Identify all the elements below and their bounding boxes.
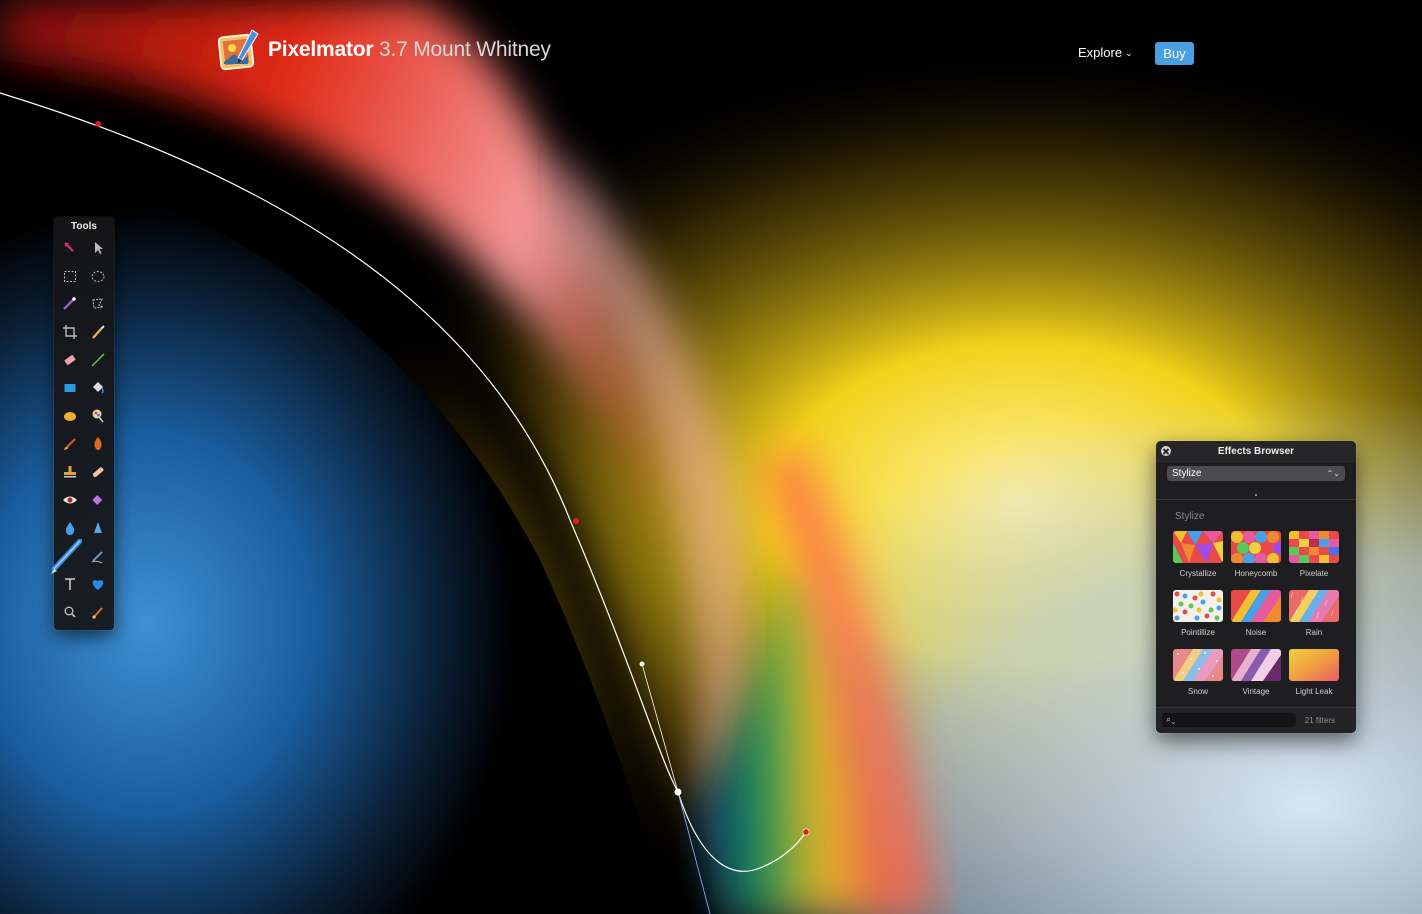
page-indicator-dot — [1255, 494, 1257, 496]
brush-icon[interactable] — [59, 433, 81, 455]
stamp-icon[interactable] — [59, 461, 81, 483]
tools-palette: Tools — [51, 217, 114, 630]
effect-label: Honeycomb — [1234, 569, 1278, 578]
type-icon[interactable] — [59, 573, 81, 595]
effect-thumb-vintage[interactable] — [1231, 649, 1281, 681]
magic-wand-icon[interactable] — [59, 293, 81, 315]
effect-thumb-snow[interactable] — [1173, 649, 1223, 681]
eyedropper-icon[interactable] — [87, 321, 109, 343]
effect-thumb-noise[interactable] — [1231, 590, 1281, 622]
select-arrows-icon: ⌃⌄ — [1326, 469, 1340, 478]
bandage-icon[interactable] — [87, 461, 109, 483]
lasso-icon[interactable] — [87, 293, 109, 315]
brand-title[interactable]: Pixelmator 3.7 Mount Whitney — [268, 38, 551, 62]
burn-icon[interactable] — [87, 433, 109, 455]
divider — [1156, 499, 1356, 500]
effect-label: Crystallize — [1179, 569, 1217, 578]
color-picker-icon[interactable] — [87, 405, 109, 427]
brand-version: 3.7 Mount Whitney — [379, 38, 551, 61]
effects-section-label: Stylize — [1175, 511, 1205, 522]
rectangle-icon[interactable] — [59, 377, 81, 399]
buy-button[interactable]: Buy — [1155, 42, 1194, 65]
effect-label: Snow — [1187, 687, 1208, 696]
search-icon: ⌕⌄ — [1166, 714, 1176, 724]
effects-browser-titlebar[interactable]: Effects Browser — [1156, 441, 1356, 463]
effects-search-input[interactable]: ⌕⌄ — [1162, 713, 1296, 727]
tools-palette-title: Tools — [71, 221, 97, 232]
explore-menu[interactable]: Explore ⌄ — [1078, 45, 1133, 60]
ellipse-select-icon[interactable] — [87, 265, 109, 287]
red-eye-icon[interactable] — [59, 489, 81, 511]
effects-category-select[interactable]: Stylize ⌃⌄ — [1167, 466, 1345, 481]
pixelmator-logo-icon[interactable] — [217, 28, 260, 72]
zoom-icon[interactable] — [59, 601, 81, 623]
paint-bucket-icon[interactable] — [87, 377, 109, 399]
crop-icon[interactable] — [59, 321, 81, 343]
effect-label: Noise — [1245, 628, 1267, 637]
ellipse-shape-icon[interactable] — [59, 405, 81, 427]
effects-browser-footer: ⌕⌄ 21 filters — [1156, 707, 1356, 733]
effect-label: Pointillize — [1181, 628, 1215, 637]
effect-thumb-pointillize[interactable] — [1173, 590, 1223, 622]
eraser-icon[interactable] — [59, 349, 81, 371]
brand-name: Pixelmator — [268, 38, 374, 61]
effects-browser-panel: Effects Browser Stylize ⌃⌄ Stylize Cryst… — [1156, 441, 1356, 733]
effect-thumb-light-leak[interactable] — [1289, 649, 1339, 681]
move-icon[interactable] — [87, 237, 109, 259]
effect-label: Vintage — [1242, 687, 1270, 696]
site-header: Pixelmator 3.7 Mount Whitney Explore ⌄ Bu… — [0, 0, 1422, 100]
freeform-pen-icon[interactable] — [87, 545, 109, 567]
arrange-icon[interactable] — [59, 237, 81, 259]
heart-shape-icon[interactable] — [87, 573, 109, 595]
effect-thumb-rain[interactable] — [1289, 590, 1339, 622]
rect-select-icon[interactable] — [59, 265, 81, 287]
effect-thumb-honeycomb[interactable] — [1231, 531, 1281, 563]
effects-category-value: Stylize — [1172, 468, 1202, 479]
sharpen-icon[interactable] — [87, 489, 109, 511]
line-icon[interactable] — [87, 349, 109, 371]
effect-thumb-pixelate[interactable] — [1289, 531, 1339, 563]
effect-label: Light Leak — [1295, 687, 1333, 696]
pen-icon[interactable] — [50, 539, 82, 575]
filter-count: 21 filters — [1304, 716, 1335, 725]
effect-thumb-crystallize[interactable] — [1173, 531, 1223, 563]
smudge-icon[interactable] — [87, 601, 109, 623]
effect-label: Pixelate — [1299, 569, 1329, 578]
effect-label: Rain — [1305, 628, 1323, 637]
chevron-down-icon: ⌄ — [1125, 48, 1133, 58]
cone-icon[interactable] — [87, 517, 109, 539]
effects-browser-title: Effects Browser — [1217, 446, 1295, 457]
blur-icon[interactable] — [59, 517, 81, 539]
explore-label: Explore — [1078, 45, 1123, 60]
